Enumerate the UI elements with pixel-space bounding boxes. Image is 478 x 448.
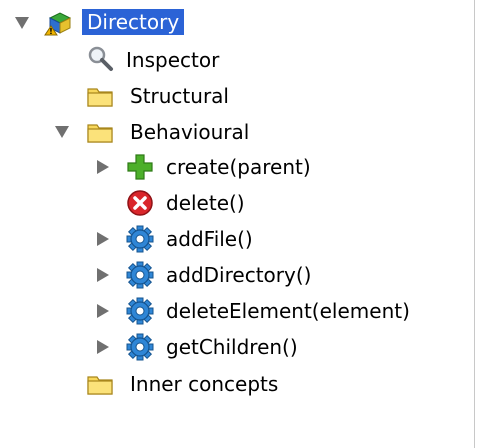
tree-label: Inner concepts [130, 372, 279, 396]
magnifier-icon [86, 45, 114, 73]
folder-icon [86, 82, 114, 110]
collapse-toggle[interactable] [14, 15, 30, 31]
delete-icon [126, 189, 154, 217]
folder-icon [86, 370, 114, 398]
tree-row-addfile[interactable]: addFile() [0, 222, 474, 256]
folder-icon [86, 118, 114, 146]
svg-text:!: ! [49, 27, 53, 36]
expand-toggle[interactable] [95, 231, 111, 247]
tree-row-structural[interactable]: Structural [0, 78, 474, 112]
tree-row-deleteelement[interactable]: deleteElement(element) [0, 294, 474, 328]
tree-row-inner-concepts[interactable]: Inner concepts [0, 366, 474, 400]
gear-icon [126, 297, 154, 325]
tree-label: Directory [82, 9, 185, 35]
directory-concept-icon: ! [44, 8, 72, 36]
panel-border [474, 0, 475, 448]
tree-row-inspector[interactable]: Inspector [0, 42, 474, 76]
expand-toggle[interactable] [95, 159, 111, 175]
tree-label: Inspector [126, 48, 220, 72]
tree-label: deleteElement(element) [166, 299, 410, 323]
tree-label: addDirectory() [166, 263, 312, 287]
tree-row-getchildren[interactable]: getChildren() [0, 330, 474, 364]
tree-row-create[interactable]: create(parent) [0, 150, 474, 184]
concept-tree: ! Directory Inspector Structural Behavio… [0, 0, 474, 448]
gear-icon [126, 333, 154, 361]
expand-toggle[interactable] [95, 339, 111, 355]
tree-row-adddirectory[interactable]: addDirectory() [0, 258, 474, 292]
tree-row-delete[interactable]: delete() [0, 186, 474, 220]
tree-label: create(parent) [166, 155, 311, 179]
tree-label: addFile() [166, 227, 253, 251]
tree-label: Behavioural [130, 120, 250, 144]
gear-icon [126, 261, 154, 289]
expand-toggle[interactable] [95, 267, 111, 283]
gear-icon [126, 225, 154, 253]
collapse-toggle[interactable] [54, 124, 70, 140]
expand-toggle[interactable] [95, 303, 111, 319]
tree-row-directory[interactable]: ! Directory [0, 6, 474, 40]
tree-label: Structural [130, 84, 229, 108]
tree-label: getChildren() [166, 335, 298, 359]
tree-label: delete() [166, 191, 245, 215]
tree-row-behavioural[interactable]: Behavioural [0, 114, 474, 148]
plus-icon [126, 153, 154, 181]
